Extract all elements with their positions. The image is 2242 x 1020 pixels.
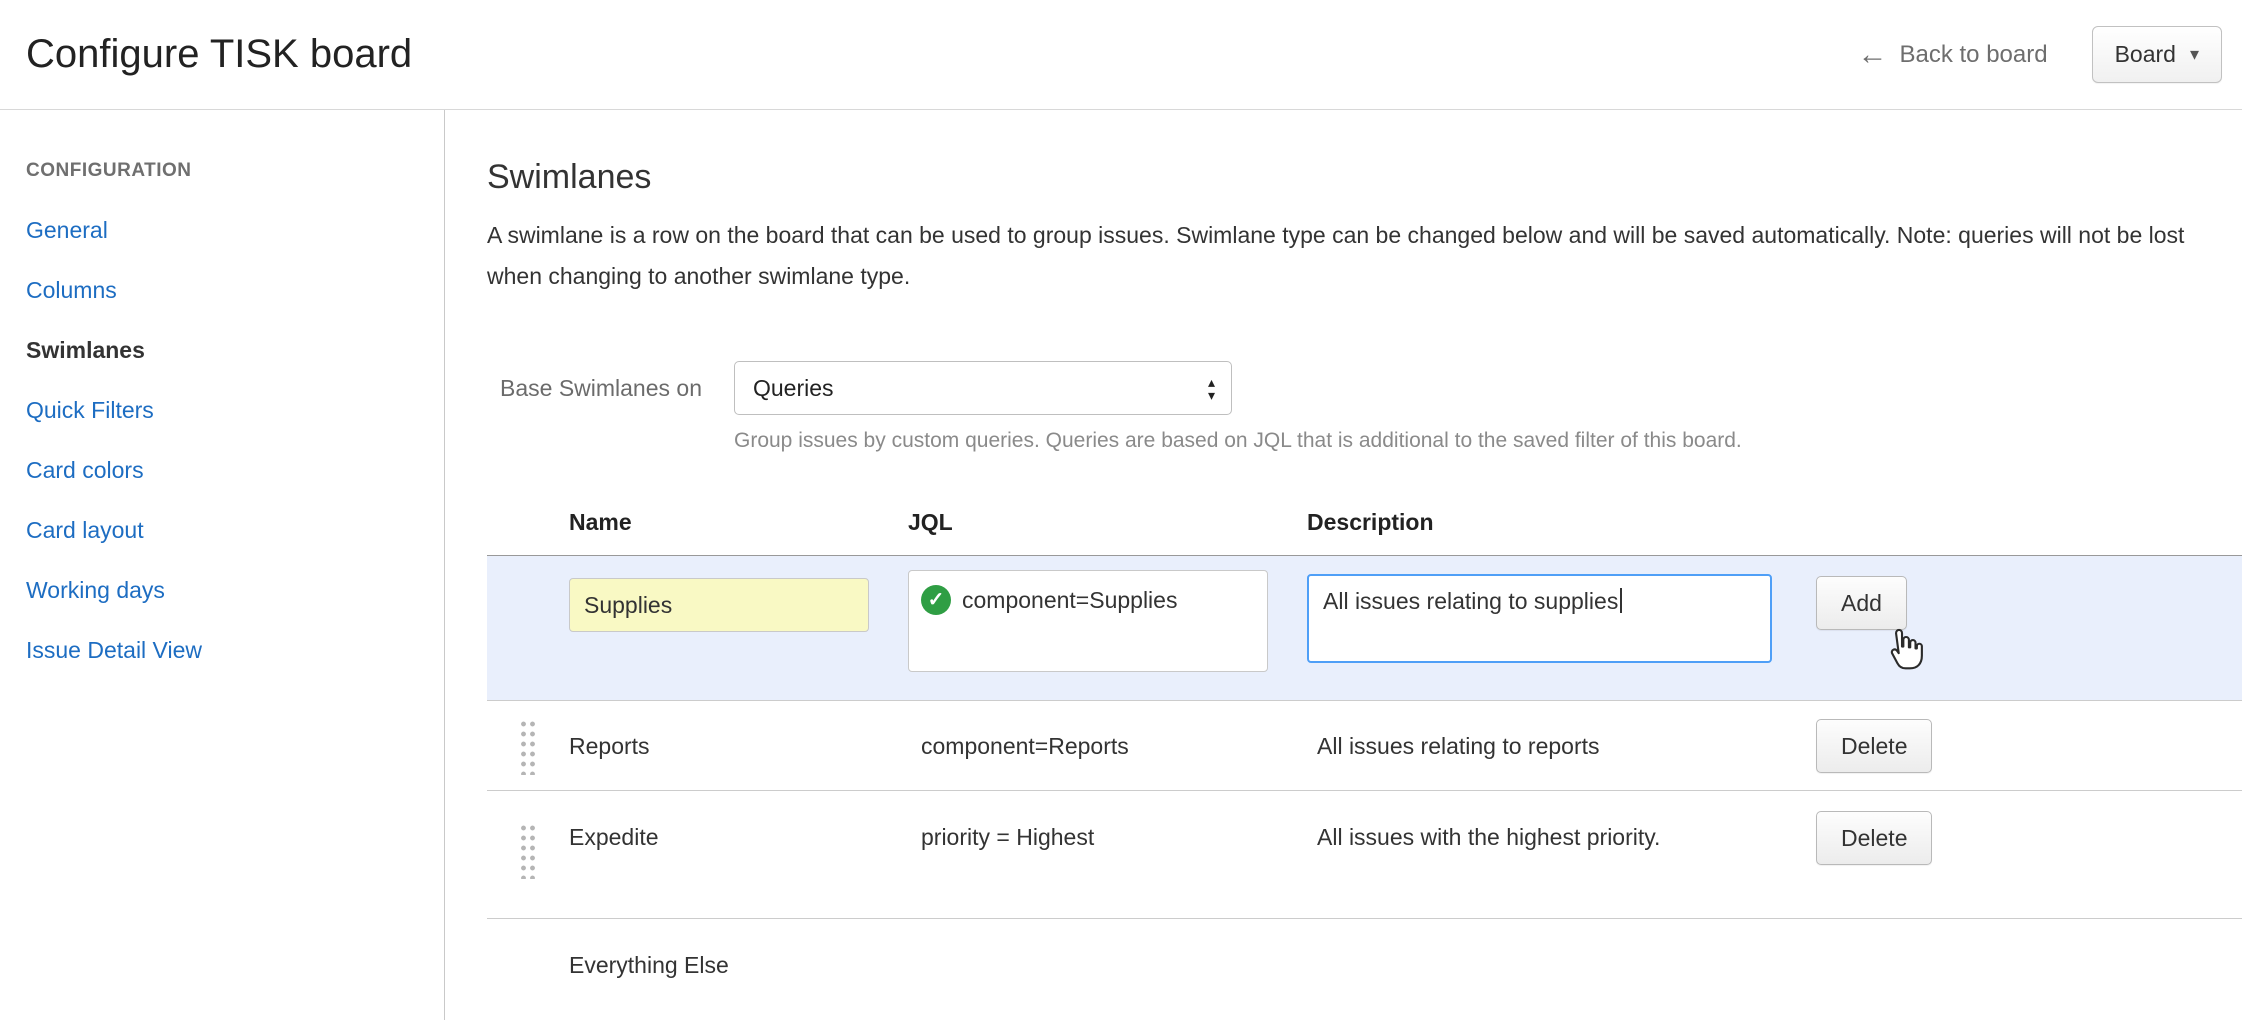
board-menu-label: Board (2115, 41, 2176, 68)
row-action-cell: Delete (1807, 719, 2242, 773)
header-spacer (487, 493, 569, 555)
sidebar-nav: General Columns Swimlanes Quick Filters … (0, 200, 444, 680)
new-swimlane-description-text: All issues relating to supplies (1323, 588, 1618, 614)
page-title: Configure TISK board (26, 32, 412, 77)
swimlane-description: All issues relating to reports (1307, 726, 1692, 766)
section-title: Swimlanes (487, 158, 2242, 197)
new-swimlane-jql-input[interactable]: ✓ component=Supplies (908, 570, 1268, 672)
sidebar-item-issue-detail-view[interactable]: Issue Detail View (0, 620, 444, 680)
new-swimlane-row: ✓ component=Supplies All issues relating… (487, 556, 2242, 701)
sidebar-item-swimlanes[interactable]: Swimlanes (0, 320, 444, 380)
sidebar-item-general[interactable]: General (0, 200, 444, 260)
swimlane-type-select[interactable]: Queries ▴ ▾ (734, 361, 1232, 415)
new-row-spacer (487, 556, 569, 700)
sidebar-item-columns[interactable]: Columns (0, 260, 444, 320)
base-swimlanes-label: Base Swimlanes on (500, 361, 702, 415)
new-swimlane-description-input[interactable]: All issues relating to supplies (1307, 574, 1772, 663)
table-row: Expedite priority = Highest All issues w… (487, 791, 2242, 919)
header-jql: JQL (908, 493, 1307, 555)
swimlane-name: Everything Else (569, 919, 908, 985)
back-arrow-icon: ← (1857, 40, 1887, 70)
base-swimlanes-row: Base Swimlanes on Queries ▴ ▾ Group issu… (500, 361, 2242, 453)
delete-swimlane-button[interactable]: Delete (1816, 811, 1932, 865)
swimlane-type-value: Queries (753, 375, 834, 402)
sidebar-item-card-colors[interactable]: Card colors (0, 440, 444, 500)
header-description: Description (1307, 493, 1807, 555)
swimlane-jql: component=Reports (908, 726, 1307, 766)
swimlanes-table: Name JQL Description ✓ component=Supplie… (487, 493, 2242, 1014)
swimlane-name: Reports (569, 726, 908, 766)
add-swimlane-button[interactable]: Add (1816, 576, 1907, 630)
row-handle-cell (487, 791, 569, 879)
delete-swimlane-button[interactable]: Delete (1816, 719, 1932, 773)
header-actions-spacer (1807, 493, 2242, 555)
new-row-name-cell (569, 556, 908, 700)
header-name: Name (569, 493, 908, 555)
table-header-row: Name JQL Description (487, 493, 2242, 556)
drag-handle-icon[interactable] (517, 717, 539, 775)
swimlane-description: All issues with the highest priority. (1307, 791, 1692, 857)
sidebar: CONFIGURATION General Columns Swimlanes … (0, 110, 445, 1020)
text-cursor (1620, 588, 1622, 613)
sidebar-item-working-days[interactable]: Working days (0, 560, 444, 620)
new-swimlane-jql-text: component=Supplies (962, 585, 1177, 615)
page-header: Configure TISK board ← Back to board Boa… (0, 0, 2242, 110)
row-action-cell: Delete (1807, 791, 2242, 865)
swimlane-jql: priority = Highest (908, 791, 1307, 857)
chevron-down-icon: ▾ (2190, 44, 2199, 65)
table-row: Reports component=Reports All issues rel… (487, 701, 2242, 791)
sidebar-item-card-layout[interactable]: Card layout (0, 500, 444, 560)
header-actions: ← Back to board Board ▾ (1857, 26, 2222, 83)
base-swimlanes-control: Queries ▴ ▾ Group issues by custom queri… (734, 361, 1742, 453)
section-description: A swimlane is a row on the board that ca… (487, 215, 2199, 297)
stepper-down-icon: ▾ (1208, 389, 1215, 401)
new-row-action-cell: Add (1807, 556, 2242, 700)
main-content: Swimlanes A swimlane is a row on the boa… (445, 110, 2242, 1020)
base-swimlanes-help: Group issues by custom queries. Queries … (734, 429, 1742, 453)
board-menu-button[interactable]: Board ▾ (2092, 26, 2222, 83)
new-row-description-cell: All issues relating to supplies (1307, 556, 1807, 700)
stepper-up-icon: ▴ (1208, 376, 1215, 388)
back-to-board-link[interactable]: ← Back to board (1857, 40, 2047, 70)
select-stepper-icon: ▴ ▾ (1208, 376, 1215, 401)
table-row: Everything Else (487, 919, 2242, 1014)
back-to-board-label: Back to board (1899, 41, 2047, 69)
row-handle-cell (487, 717, 569, 775)
jql-valid-check-icon: ✓ (921, 585, 951, 615)
new-swimlane-name-input[interactable] (569, 578, 869, 632)
swimlane-name: Expedite (569, 791, 908, 857)
new-row-jql-cell: ✓ component=Supplies (908, 556, 1307, 700)
sidebar-heading: CONFIGURATION (26, 160, 444, 182)
sidebar-item-quick-filters[interactable]: Quick Filters (0, 380, 444, 440)
drag-handle-icon[interactable] (517, 821, 539, 879)
